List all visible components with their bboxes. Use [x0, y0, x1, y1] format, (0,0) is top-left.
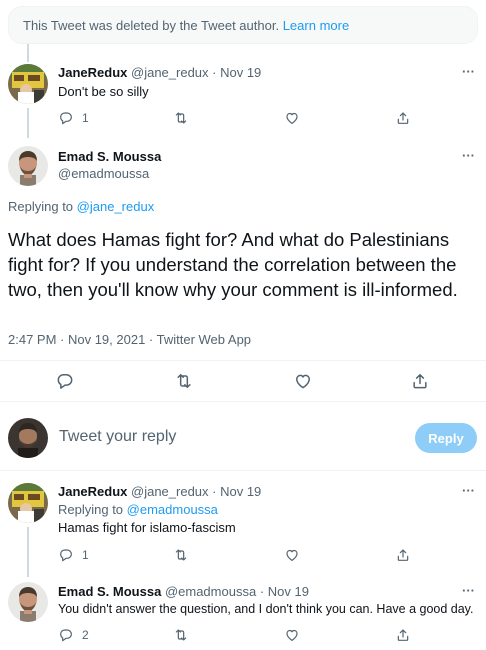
share-button[interactable]	[395, 627, 411, 643]
avatar[interactable]	[8, 582, 48, 622]
thread-connector	[27, 44, 29, 62]
reply-count: 1	[82, 111, 89, 125]
replying-to-handle[interactable]: @emadmoussa	[127, 502, 218, 517]
reply-icon	[55, 371, 75, 391]
reply-count: 2	[82, 628, 89, 642]
retweet-icon	[173, 110, 189, 126]
avatar	[8, 418, 48, 458]
thread-connector	[27, 108, 29, 138]
retweet-icon	[173, 627, 189, 643]
author-name[interactable]: JaneRedux	[58, 484, 127, 499]
reply-submit-button[interactable]: Reply	[415, 423, 477, 453]
share-icon	[395, 627, 411, 643]
share-icon	[395, 547, 411, 563]
deleted-notice-text: This Tweet was deleted by the Tweet auth…	[23, 18, 280, 33]
learn-more-link[interactable]: Learn more	[283, 18, 349, 33]
more-icon[interactable]: ···	[462, 483, 475, 498]
replying-to: Replying to @jane_redux	[8, 199, 154, 214]
author-name[interactable]: JaneRedux	[58, 65, 127, 80]
retweet-button[interactable]	[173, 627, 189, 643]
replying-to-handle[interactable]: @jane_redux	[77, 199, 155, 214]
divider	[0, 470, 486, 471]
thread-connector	[27, 527, 29, 577]
reply-icon	[58, 627, 74, 643]
deleted-tweet-notice: This Tweet was deleted by the Tweet auth…	[8, 6, 478, 44]
more-icon[interactable]: ···	[462, 64, 475, 79]
retweet-button[interactable]	[173, 547, 189, 563]
author-name[interactable]: Emad S. Moussa	[58, 584, 161, 599]
more-icon[interactable]: ···	[462, 148, 475, 163]
avatar[interactable]	[8, 64, 48, 104]
retweet-button[interactable]	[173, 110, 189, 126]
share-button[interactable]	[395, 547, 411, 563]
like-icon	[284, 110, 300, 126]
reply-button[interactable]: 2	[58, 627, 89, 643]
reply-input[interactable]: Tweet your reply	[59, 428, 176, 446]
author-handle[interactable]: @jane_redux	[131, 484, 209, 499]
share-icon	[410, 371, 430, 391]
reply-icon	[58, 547, 74, 563]
tweet-text: You didn't answer the question, and I do…	[58, 602, 474, 616]
like-icon	[284, 547, 300, 563]
tweet-text: Don't be so silly	[58, 84, 149, 99]
tweet-date[interactable]: · Nov 19	[212, 484, 261, 499]
author-handle[interactable]: @emadmoussa	[165, 584, 256, 599]
share-button[interactable]	[395, 110, 411, 126]
like-button[interactable]	[284, 547, 300, 563]
replying-to-label: Replying to	[58, 502, 124, 517]
divider	[0, 360, 486, 361]
tweet-date[interactable]: · Nov 19	[260, 584, 309, 599]
avatar[interactable]	[8, 483, 48, 523]
avatar[interactable]	[8, 146, 48, 186]
like-button[interactable]	[284, 627, 300, 643]
author-name[interactable]: Emad S. Moussa	[58, 149, 161, 164]
replying-to-label: Replying to	[8, 199, 74, 214]
tweet-text: What does Hamas fight for? And what do P…	[8, 229, 458, 300]
reply-button[interactable]	[55, 371, 75, 391]
tweet-timestamp[interactable]: 2:47 PM · Nov 19, 2021 · Twitter Web App	[8, 332, 251, 347]
tweet-date[interactable]: · Nov 19	[212, 65, 261, 80]
divider	[0, 401, 486, 402]
author-handle[interactable]: @emadmoussa	[58, 166, 149, 181]
tweet-text: Hamas fight for islamo-fascism	[58, 520, 236, 535]
reply-count: 1	[82, 548, 89, 562]
like-button[interactable]	[284, 110, 300, 126]
like-icon	[293, 371, 313, 391]
more-icon[interactable]: ···	[462, 583, 475, 598]
retweet-icon	[173, 547, 189, 563]
retweet-icon	[174, 371, 194, 391]
share-button[interactable]	[410, 371, 430, 391]
reply-button[interactable]: 1	[58, 547, 89, 563]
like-button[interactable]	[293, 371, 313, 391]
replying-to: Replying to @emadmoussa	[58, 502, 218, 517]
share-icon	[395, 110, 411, 126]
author-handle[interactable]: @jane_redux	[131, 65, 209, 80]
retweet-button[interactable]	[174, 371, 194, 391]
like-icon	[284, 627, 300, 643]
reply-icon	[58, 110, 74, 126]
reply-button[interactable]: 1	[58, 110, 89, 126]
